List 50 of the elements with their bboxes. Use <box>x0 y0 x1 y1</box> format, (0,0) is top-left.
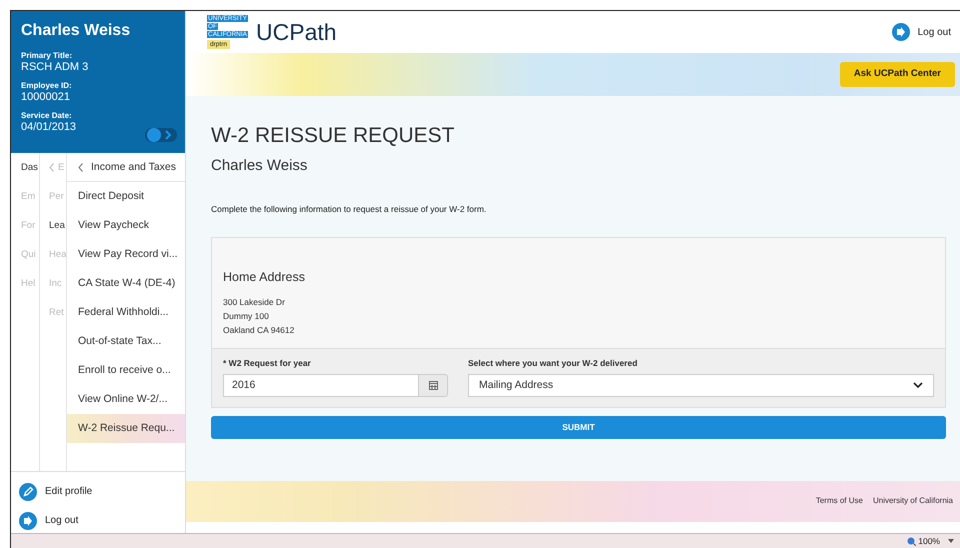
nav-item[interactable]: Federal Withholdi... <box>67 298 185 327</box>
footer-link[interactable]: Terms of Use <box>816 495 863 508</box>
nav-item[interactable]: View Pay Record vi... <box>67 240 185 269</box>
zoom-icon <box>907 536 916 546</box>
caret-icon <box>948 539 954 543</box>
page-subtitle: Charles Weiss <box>211 156 308 176</box>
sidebar-link[interactable]: Edit profile <box>45 484 92 499</box>
address-line: Oakland CA 94612 <box>223 324 296 338</box>
toggle-icon <box>145 126 177 143</box>
field-label: Select where you want your W-2 delivered <box>468 357 638 370</box>
address-line: Dummy 100 <box>223 310 270 324</box>
chevron-down-icon <box>913 382 923 388</box>
field-value: 10000021 <box>21 90 71 103</box>
field-value: RSCH ADM 3 <box>21 60 90 73</box>
logout-icon <box>19 512 37 530</box>
ask-center-button[interactable]: Ask UCPath Center <box>840 62 955 87</box>
edit-icon <box>19 482 37 500</box>
field-label: Employee ID: <box>21 82 73 91</box>
section-heading: Home Address <box>223 269 306 286</box>
field-label: * W2 Request for year <box>223 357 312 370</box>
nav-item[interactable]: View Paycheck <box>67 211 185 240</box>
footer-link[interactable]: University of California <box>872 495 953 508</box>
app-title: UCPath <box>256 18 337 47</box>
employee-name: Charles Weiss <box>21 21 132 41</box>
address-line: 300 Lakeside Dr <box>223 296 286 310</box>
sidebar-link[interactable]: Log out <box>45 513 78 528</box>
zoom-level[interactable]: 100% <box>918 534 940 548</box>
submit-button[interactable]: SUBMIT <box>211 416 946 439</box>
nav-item[interactable]: W-2 Reissue Requ... <box>67 414 185 443</box>
nav-item[interactable]: Enroll to receive o... <box>67 356 185 385</box>
logout-link[interactable]: Log out <box>918 24 951 40</box>
logout-icon <box>892 23 910 41</box>
nav-item[interactable]: Das <box>11 153 39 182</box>
field-label: Primary Title: <box>21 52 73 61</box>
nav-item[interactable]: CA State W-4 (DE-4) <box>67 269 185 298</box>
delivery-select[interactable]: Mailing Address <box>468 374 934 397</box>
nav-item[interactable]: Out-of-state Tax... <box>67 327 185 356</box>
nav-item[interactable]: Lea <box>40 211 66 240</box>
instructions: Complete the following information to request a reissue of your W-2 form. <box>211 202 488 216</box>
field-label: Service Date: <box>21 112 73 121</box>
back-link[interactable]: Income and Taxes <box>91 153 176 181</box>
chevron-left-icon <box>78 162 83 172</box>
year-field[interactable]: 2016 <box>223 374 419 397</box>
chevron-left-icon <box>49 163 54 172</box>
calendar-icon <box>428 380 438 390</box>
field-value: 04/01/2013 <box>21 120 78 133</box>
calendar-button[interactable] <box>419 374 448 397</box>
nav-item[interactable]: Direct Deposit <box>67 182 185 211</box>
page-title: W-2 REISSUE REQUEST <box>211 123 456 148</box>
nav-item[interactable]: View Online W-2/... <box>67 385 185 414</box>
